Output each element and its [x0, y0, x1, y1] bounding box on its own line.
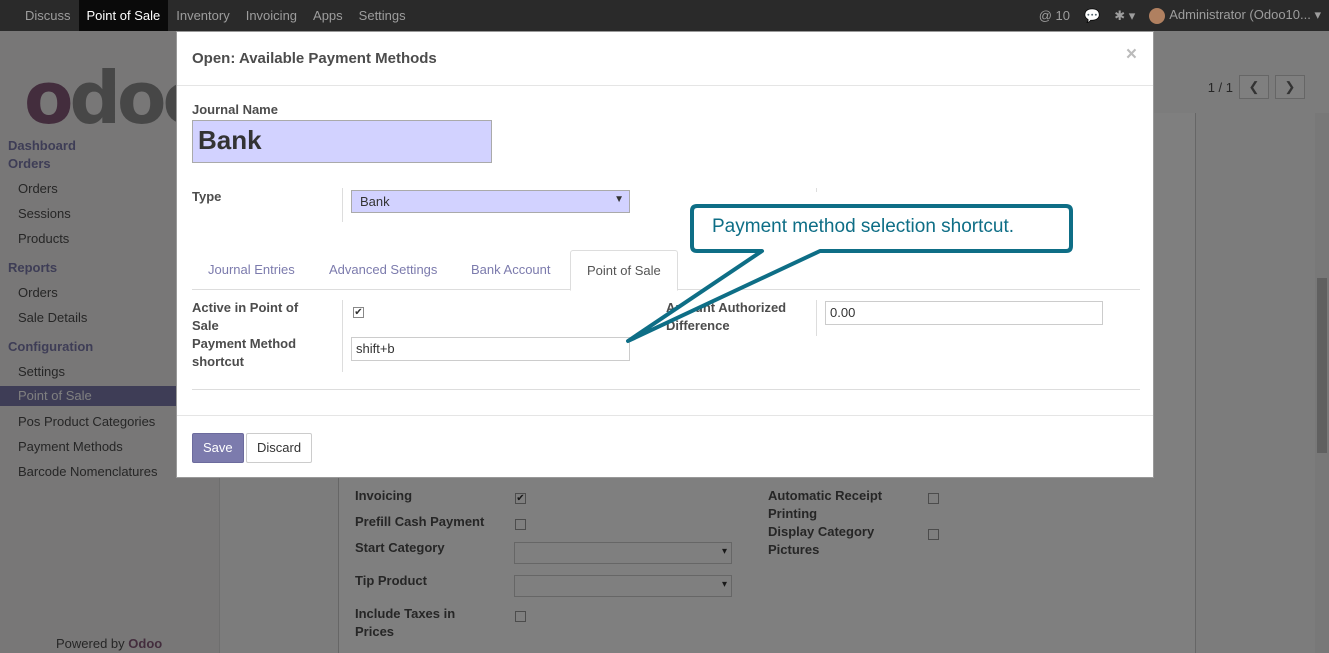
menu-settings[interactable]: Settings [351, 0, 414, 31]
separator [192, 389, 1140, 390]
top-navbar: Discuss Point of Sale Inventory Invoicin… [0, 0, 1329, 31]
journal-name-input[interactable]: Bank [192, 120, 492, 163]
user-name: Administrator (Odoo10... [1169, 7, 1311, 23]
chat-icon[interactable]: 💬 [1084, 8, 1100, 24]
shortcut-input[interactable]: shift+b [351, 337, 630, 361]
menu-invoicing[interactable]: Invoicing [238, 0, 305, 31]
type-select[interactable]: Bank ▼ [351, 190, 630, 213]
close-icon[interactable]: × [1126, 44, 1137, 66]
mentions-indicator[interactable]: @ 10 [1039, 8, 1070, 23]
user-menu[interactable]: Administrator (Odoo10... ▾ [1149, 7, 1321, 24]
systray: @ 10 💬 ✱ ▾ Administrator (Odoo10... ▾ [1039, 0, 1321, 31]
save-button[interactable]: Save [192, 433, 244, 463]
type-value: Bank [360, 194, 390, 209]
menu-inventory[interactable]: Inventory [168, 0, 237, 31]
active-in-pos-label: Active in Point of Sale [192, 300, 299, 333]
payment-method-dialog: Open: Available Payment Methods × Journa… [176, 31, 1154, 478]
divider [816, 188, 817, 192]
main-menu: Discuss Point of Sale Inventory Invoicin… [0, 0, 414, 31]
discard-button[interactable]: Discard [246, 433, 313, 463]
dialog-title: Open: Available Payment Methods [192, 50, 437, 67]
menu-apps[interactable]: Apps [305, 0, 351, 31]
menu-point-of-sale[interactable]: Point of Sale [78, 0, 169, 31]
type-label: Type [192, 189, 222, 204]
dialog-footer: Save Discard [177, 415, 1153, 478]
tab-advanced-settings[interactable]: Advanced Settings [313, 250, 453, 290]
journal-name-label: Journal Name [192, 102, 278, 117]
tab-journal-entries[interactable]: Journal Entries [192, 250, 311, 290]
notebook-tabs: Journal Entries Advanced Settings Bank A… [192, 250, 1140, 291]
avatar [1149, 7, 1166, 24]
notification-count: 10 [1055, 8, 1071, 23]
divider [342, 188, 343, 222]
tab-point-of-sale[interactable]: Point of Sale [570, 250, 678, 291]
at-icon: @ [1038, 8, 1052, 23]
dialog-header: Open: Available Payment Methods × [177, 32, 1153, 86]
active-in-pos-checkbox[interactable]: ✔ [353, 307, 364, 318]
authorized-difference-label: Amount Authorized Difference [666, 300, 787, 333]
debug-bug-icon[interactable]: ✱ ▾ [1114, 8, 1135, 24]
tab-bank-account[interactable]: Bank Account [455, 250, 567, 290]
divider [816, 300, 817, 336]
shortcut-label: Payment Method shortcut [192, 336, 297, 369]
divider [342, 300, 343, 372]
caret-down-icon: ▼ [614, 194, 624, 205]
menu-discuss[interactable]: Discuss [0, 0, 79, 31]
authorized-difference-input[interactable]: 0.00 [825, 301, 1103, 325]
callout-text: Payment method selection shortcut. [712, 216, 1015, 237]
